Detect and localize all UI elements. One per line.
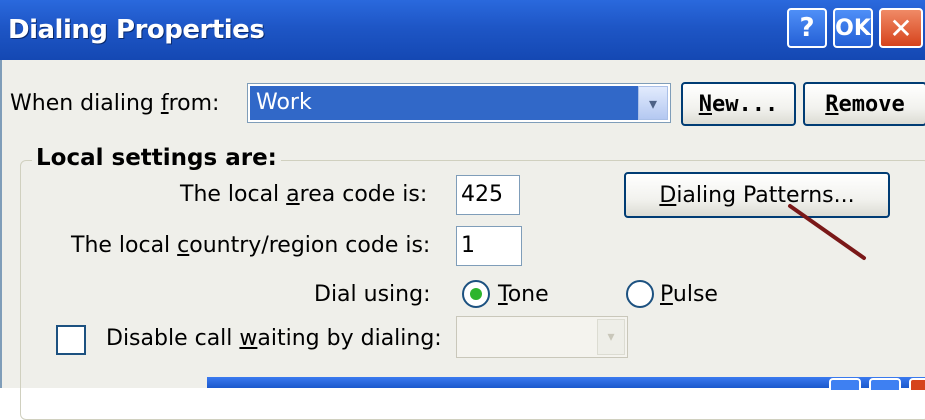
country-code-label-pre: The local (71, 233, 178, 258)
background-help-icon (829, 378, 861, 390)
pulse-label[interactable]: Pulse (660, 282, 718, 307)
country-code-label: The local country/region code is: (71, 233, 430, 258)
remove-button-key: R (825, 91, 839, 117)
callwait-label-key: w (239, 326, 258, 351)
local-settings-title: Local settings are: (32, 145, 281, 171)
area-code-label: The local area code is: (180, 182, 427, 207)
country-code-label-key: c (177, 233, 190, 258)
callwait-label-pre: Disable call (106, 326, 240, 351)
background-close-icon (909, 378, 925, 390)
tone-radio[interactable] (462, 280, 490, 308)
dialing-from-label-key: f (160, 91, 169, 116)
remove-location-button[interactable]: Remove (803, 82, 925, 126)
close-button[interactable]: ✕ (879, 8, 923, 48)
new-button-post: ew... (712, 91, 779, 117)
chevron-down-icon[interactable]: ▾ (638, 86, 668, 120)
background-ok-icon (869, 378, 901, 390)
remove-button-post: emove (838, 91, 905, 117)
dialing-patterns-key: D (659, 182, 677, 208)
disable-call-waiting-label[interactable]: Disable call waiting by dialing: (106, 326, 442, 351)
tone-label-key: T (498, 282, 508, 307)
tone-label-post: one (507, 282, 549, 307)
help-button[interactable]: ? (787, 8, 827, 48)
callwait-label-post: aiting by dialing: (257, 326, 442, 351)
ok-button[interactable]: OK (833, 8, 873, 48)
title-bar: Dialing Properties ? OK ✕ (0, 0, 925, 60)
dialing-from-value: Work (250, 86, 638, 120)
dialing-from-label-post: rom: (168, 91, 220, 116)
tone-label[interactable]: Tone (498, 282, 549, 307)
dialing-from-label-pre: When dialing (10, 91, 161, 116)
new-location-button[interactable]: New... (681, 82, 796, 126)
chevron-down-icon: ▾ (597, 319, 625, 355)
area-code-label-pre: The local (180, 182, 287, 207)
area-code-label-key: a (286, 182, 300, 207)
dial-using-label: Dial using: (314, 282, 431, 307)
background-window-titlebar (207, 377, 925, 390)
dialing-from-dropdown[interactable]: Work ▾ (247, 83, 671, 123)
country-code-label-post: ountry/region code is: (189, 233, 431, 258)
pulse-radio[interactable] (626, 280, 654, 308)
pulse-label-post: ulse (672, 282, 718, 307)
area-code-label-post: rea code is: (299, 182, 428, 207)
window-title: Dialing Properties (8, 15, 265, 45)
dialing-properties-dialog: When dialing from: Work ▾ New... Remove … (0, 60, 925, 420)
area-code-input[interactable]: 425 (456, 175, 520, 215)
pulse-label-key: P (660, 282, 673, 307)
disable-call-waiting-checkbox[interactable] (56, 325, 86, 355)
call-waiting-code-dropdown: ▾ (456, 316, 628, 358)
country-code-input[interactable]: 1 (456, 226, 522, 266)
dialing-from-label: When dialing from: (10, 91, 219, 116)
new-button-key: N (698, 91, 712, 117)
annotation-arrow-icon (788, 204, 866, 260)
